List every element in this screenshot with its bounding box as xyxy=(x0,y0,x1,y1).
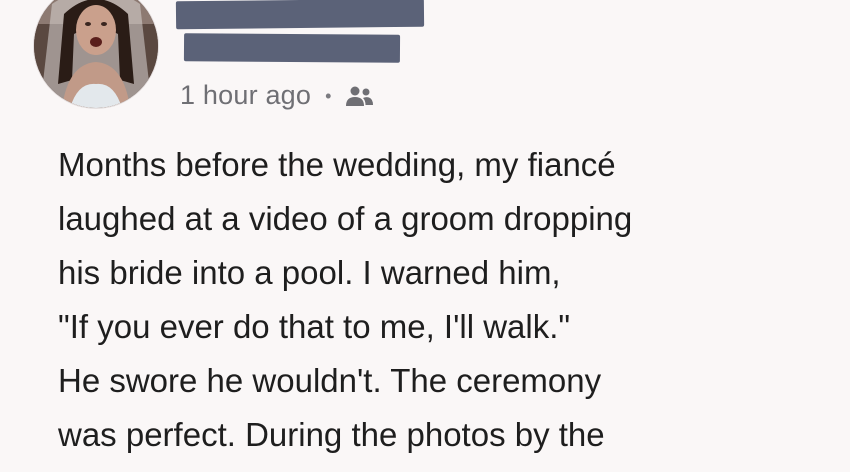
post-card: 1 hour ago • Months before the wedding, … xyxy=(0,0,850,472)
avatar-photo xyxy=(34,0,158,108)
post-body-line: He swore he wouldn't. The ceremony xyxy=(58,362,602,399)
post-body-line: Months before the wedding, my fiancé xyxy=(58,146,616,183)
friends-icon[interactable] xyxy=(344,84,374,108)
post-body-line: was perfect. During the photos by the xyxy=(58,416,605,453)
post-body: Months before the wedding, my fiancé lau… xyxy=(58,138,848,462)
post-timestamp[interactable]: 1 hour ago xyxy=(180,80,311,111)
post-body-line: his bride into a pool. I warned him, xyxy=(58,254,561,291)
post-body-line: laughed at a video of a groom dropping xyxy=(58,200,633,237)
meta-separator: • xyxy=(325,85,332,106)
post-body-line: "If you ever do that to me, I'll walk." xyxy=(58,308,571,345)
post-meta: 1 hour ago • xyxy=(180,80,374,111)
redacted-name-bar-2 xyxy=(183,33,401,63)
redacted-name-bar xyxy=(175,0,425,30)
avatar[interactable] xyxy=(34,0,158,108)
